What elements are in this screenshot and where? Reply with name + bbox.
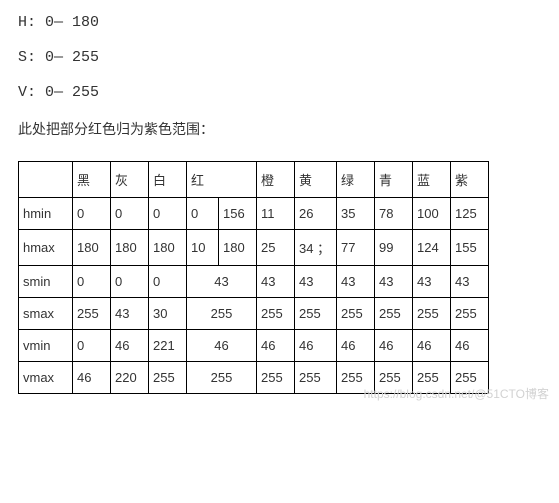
hsv-threshold-table: 黑 灰 白 红 橙 黄 绿 青 蓝 紫 hmin 0 0 0 0 156 11 … <box>18 161 489 394</box>
row-label-smin: smin <box>19 266 73 298</box>
range-s: S: 0— 255 <box>18 49 541 66</box>
cell: 0 <box>73 266 111 298</box>
cell: 255 <box>295 362 337 394</box>
cell: 46 <box>337 330 375 362</box>
cell: 255 <box>413 298 451 330</box>
cell: 46 <box>111 330 149 362</box>
cell: 0 <box>149 266 187 298</box>
cell: 255 <box>375 362 413 394</box>
cell: 0 <box>111 198 149 230</box>
header-cyan: 青 <box>375 162 413 198</box>
header-blue: 蓝 <box>413 162 451 198</box>
table-row: hmax 180 180 180 10 180 25 34 ； 77 99 12… <box>19 230 489 266</box>
cell: 46 <box>451 330 489 362</box>
cell: 46 <box>295 330 337 362</box>
cell: 43 <box>187 266 257 298</box>
cell: 10 <box>187 230 219 266</box>
cell: 0 <box>73 330 111 362</box>
cell: 11 <box>257 198 295 230</box>
cell: 180 <box>149 230 187 266</box>
cell: 46 <box>257 330 295 362</box>
cell: 0 <box>111 266 149 298</box>
range-h: H: 0— 180 <box>18 14 541 31</box>
cell: 255 <box>187 362 257 394</box>
cell: 221 <box>149 330 187 362</box>
cell: 180 <box>219 230 257 266</box>
cell: 99 <box>375 230 413 266</box>
table-row: vmax 46 220 255 255 255 255 255 255 255 … <box>19 362 489 394</box>
cell: 35 <box>337 198 375 230</box>
description-text: 此处把部分红色归为紫色范围： <box>18 119 541 139</box>
cell: 25 <box>257 230 295 266</box>
header-purple: 紫 <box>451 162 489 198</box>
cell: 0 <box>73 198 111 230</box>
range-v: V: 0— 255 <box>18 84 541 101</box>
cell: 43 <box>413 266 451 298</box>
table-row: vmin 0 46 221 46 46 46 46 46 46 46 <box>19 330 489 362</box>
header-blank <box>19 162 73 198</box>
header-black: 黑 <box>73 162 111 198</box>
table-row: hmin 0 0 0 0 156 11 26 35 78 100 125 <box>19 198 489 230</box>
cell: 255 <box>451 298 489 330</box>
cell: 255 <box>149 362 187 394</box>
cell: 43 <box>375 266 413 298</box>
cell: 78 <box>375 198 413 230</box>
cell: 255 <box>73 298 111 330</box>
cell: 43 <box>111 298 149 330</box>
cell: 124 <box>413 230 451 266</box>
row-label-vmax: vmax <box>19 362 73 394</box>
row-label-smax: smax <box>19 298 73 330</box>
cell: 30 <box>149 298 187 330</box>
cell: 180 <box>73 230 111 266</box>
header-gray: 灰 <box>111 162 149 198</box>
cell: 46 <box>73 362 111 394</box>
cell: 255 <box>337 362 375 394</box>
header-green: 绿 <box>337 162 375 198</box>
cell: 0 <box>187 198 219 230</box>
cell: 255 <box>187 298 257 330</box>
cell: 255 <box>413 362 451 394</box>
row-label-hmax: hmax <box>19 230 73 266</box>
cell: 255 <box>337 298 375 330</box>
cell: 43 <box>451 266 489 298</box>
header-white: 白 <box>149 162 187 198</box>
cell: 46 <box>187 330 257 362</box>
cell: 43 <box>337 266 375 298</box>
cell: 255 <box>257 362 295 394</box>
cell: 43 <box>295 266 337 298</box>
header-yellow: 黄 <box>295 162 337 198</box>
cell: 255 <box>375 298 413 330</box>
cell: 155 <box>451 230 489 266</box>
table-row: smin 0 0 0 43 43 43 43 43 43 43 <box>19 266 489 298</box>
cell: 46 <box>375 330 413 362</box>
row-label-vmin: vmin <box>19 330 73 362</box>
cell: 180 <box>111 230 149 266</box>
header-orange: 橙 <box>257 162 295 198</box>
cell: 255 <box>295 298 337 330</box>
cell: 0 <box>149 198 187 230</box>
row-label-hmin: hmin <box>19 198 73 230</box>
table-row: smax 255 43 30 255 255 255 255 255 255 2… <box>19 298 489 330</box>
cell: 125 <box>451 198 489 230</box>
cell: 26 <box>295 198 337 230</box>
cell: 46 <box>413 330 451 362</box>
cell: 43 <box>257 266 295 298</box>
cell: 156 <box>219 198 257 230</box>
cell: 77 <box>337 230 375 266</box>
cell: 100 <box>413 198 451 230</box>
cell: 255 <box>257 298 295 330</box>
table-header-row: 黑 灰 白 红 橙 黄 绿 青 蓝 紫 <box>19 162 489 198</box>
cell: 255 <box>451 362 489 394</box>
cell: 34 ； <box>295 230 337 266</box>
header-red: 红 <box>187 162 257 198</box>
cell: 220 <box>111 362 149 394</box>
